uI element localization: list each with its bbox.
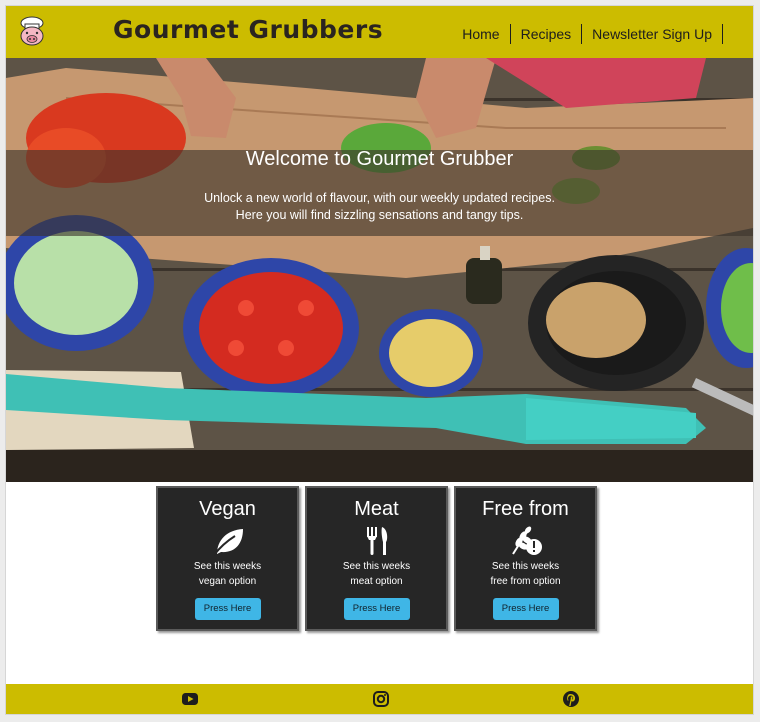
card-meat: Meat See this weeks meat option Press He… xyxy=(305,486,448,631)
utensils-icon xyxy=(366,527,387,555)
card-free-from: Free from See this weeks free from optio… xyxy=(454,486,597,631)
nav-recipes[interactable]: Recipes xyxy=(511,24,583,44)
card-desc-line-2: vegan option xyxy=(198,576,257,587)
card-description: See this weeks vegan option xyxy=(158,559,297,589)
hero-food-image xyxy=(6,58,753,482)
card-desc-line-1: See this weeks xyxy=(491,561,560,572)
nav-home[interactable]: Home xyxy=(452,24,511,44)
card-description: See this weeks free from option xyxy=(456,559,595,589)
page-frame: Gourmet Grubbers Home Recipes Newsletter… xyxy=(5,5,754,715)
main-nav: Home Recipes Newsletter Sign Up xyxy=(452,24,723,44)
footer xyxy=(6,684,753,714)
hero-text-line-1: Unlock a new world of flavour, with our … xyxy=(204,191,555,205)
card-desc-line-1: See this weeks xyxy=(193,561,262,572)
card-desc-line-1: See this weeks xyxy=(342,561,411,572)
meat-press-here-button[interactable]: Press Here xyxy=(343,598,410,620)
leaf-icon xyxy=(212,529,243,556)
vegan-press-here-button[interactable]: Press Here xyxy=(194,598,261,620)
nav-newsletter-sign-up[interactable]: Newsletter Sign Up xyxy=(582,24,723,44)
card-desc-line-2: meat option xyxy=(350,576,403,587)
brand-title[interactable]: Gourmet Grubbers xyxy=(113,15,383,44)
hero-title: Welcome to Gourmet Grubber xyxy=(245,148,514,170)
hero-subtitle: Unlock a new world of flavour, with our … xyxy=(6,190,753,224)
wheat-alert-icon xyxy=(511,526,542,555)
instagram-icon[interactable] xyxy=(372,690,390,708)
card-title: Meat xyxy=(354,498,399,520)
chef-pig-logo-icon[interactable] xyxy=(17,15,47,47)
hero: Welcome to Gourmet Grubber Unlock a new … xyxy=(6,58,753,482)
card-vegan: Vegan See this weeks vegan option Press … xyxy=(156,486,299,631)
card-title: Free from xyxy=(482,498,569,520)
free-from-press-here-button[interactable]: Press Here xyxy=(492,598,559,620)
pinterest-icon[interactable] xyxy=(562,690,580,708)
header: Gourmet Grubbers Home Recipes Newsletter… xyxy=(6,6,753,58)
card-description: See this weeks meat option xyxy=(307,559,446,589)
card-title: Vegan xyxy=(199,498,256,520)
hero-text-line-2: Here you will find sizzling sensations a… xyxy=(235,208,524,222)
card-desc-line-2: free from option xyxy=(490,576,561,587)
youtube-icon[interactable] xyxy=(181,690,199,708)
